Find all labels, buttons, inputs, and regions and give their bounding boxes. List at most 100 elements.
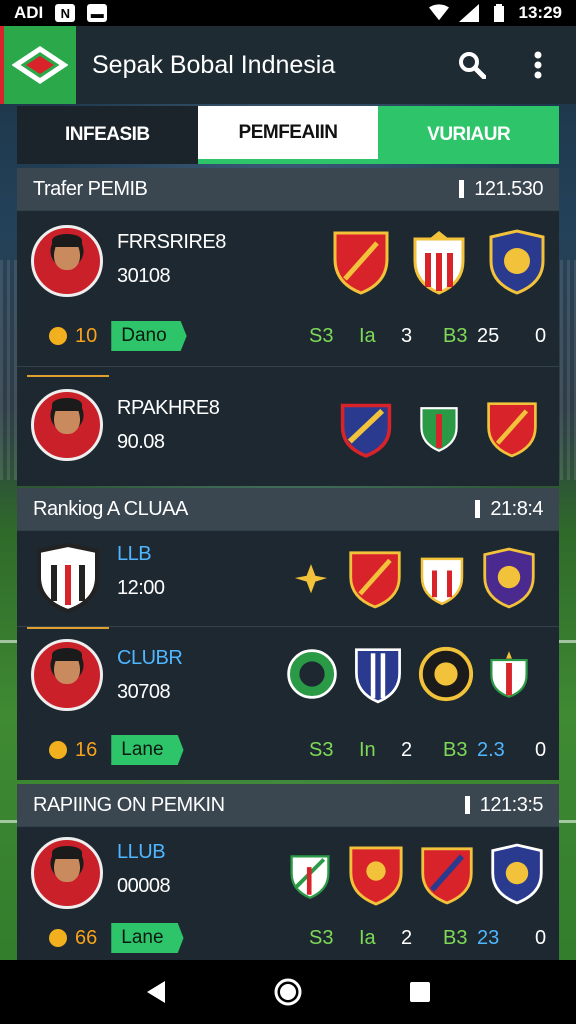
crest-icon xyxy=(491,843,543,905)
list-item[interactable]: LLB 12:00 xyxy=(17,530,559,626)
player-value: 30108 xyxy=(117,265,171,287)
club-name: CLUBR xyxy=(117,647,183,669)
crest-icon xyxy=(340,403,392,458)
avatar xyxy=(31,389,103,461)
back-icon[interactable] xyxy=(138,974,174,1010)
avatar xyxy=(31,225,103,297)
list-item[interactable]: LLUB 00008 66 Lane S3 Ia 2 B3 23 0 xyxy=(17,826,559,960)
tab-infeasib[interactable]: INFEASIB xyxy=(17,106,198,164)
stat-b: B3 xyxy=(443,738,468,761)
crest-icon xyxy=(421,847,473,905)
divider xyxy=(27,375,109,377)
crest-icon xyxy=(487,402,537,458)
coin-value: 16 xyxy=(75,738,98,761)
section-value: 121.530 xyxy=(474,177,543,200)
stat-ia: In xyxy=(359,738,376,761)
player-name: LLUB xyxy=(117,841,166,863)
crest-icon xyxy=(349,551,401,609)
stat-s: S3 xyxy=(309,324,334,347)
club-crests xyxy=(331,229,547,295)
star-icon xyxy=(294,564,328,594)
crest-icon xyxy=(420,557,464,606)
app-logo xyxy=(0,26,76,104)
stat-b: B3 xyxy=(443,926,468,949)
coin-icon xyxy=(49,327,67,345)
avatar xyxy=(31,639,103,711)
section-header: Rankiog A CLUAA 21:8:4 xyxy=(17,488,559,530)
app-bar: Sepak Bobal Indnesia xyxy=(0,26,576,104)
section-value: 121:3:5 xyxy=(479,793,544,816)
section-title: RAPIING ON PEMKIN xyxy=(33,793,225,816)
section-title: Trafer PEMIB xyxy=(33,177,148,200)
crest-icon xyxy=(418,646,474,702)
divider xyxy=(27,627,109,629)
tab-vuriaur[interactable]: VURIAUR xyxy=(378,106,560,164)
carrier-label: ADI xyxy=(14,3,44,22)
coin-icon xyxy=(49,929,67,947)
crest-icon xyxy=(413,231,465,295)
app-title: Sepak Bobal Indnesia xyxy=(92,50,336,79)
stats-row: 10 Dano S3 Ia 3 B3 25 0 xyxy=(49,319,549,353)
logo-icon xyxy=(12,45,68,85)
status-pill[interactable]: Dano xyxy=(111,321,187,351)
tab-pemfeaiin[interactable]: PEMFEAIIN xyxy=(197,106,379,164)
crest-icon xyxy=(483,547,535,609)
list-item[interactable]: CLUBR 30708 16 Lane S3 In 2 B3 2.3 0 xyxy=(17,626,559,780)
section-ranking-club: Rankiog A CLUAA 21:8:4 LLB 12:00 CLUBR 3… xyxy=(17,488,559,780)
coin-value: 66 xyxy=(75,926,98,949)
stat-a-val: 2 xyxy=(401,738,413,761)
crest-icon xyxy=(290,855,330,900)
section-value: 21:8:4 xyxy=(490,497,543,520)
home-icon[interactable] xyxy=(270,974,306,1010)
stat-b-val: 2.3 xyxy=(477,738,505,761)
wifi-icon xyxy=(428,4,449,22)
bar-icon xyxy=(464,796,470,814)
club-logo-icon xyxy=(37,543,99,613)
crest-icon xyxy=(489,229,545,295)
stat-ia: Ia xyxy=(359,926,376,949)
stat-zero: 0 xyxy=(535,926,547,949)
crest-icon xyxy=(420,407,458,452)
tab-bar: INFEASIB PEMFEAIIN VURIAUR xyxy=(17,106,560,164)
recents-icon[interactable] xyxy=(402,974,438,1010)
stat-group: S3 Ia 2 B3 23 0 xyxy=(309,927,546,950)
battery-icon xyxy=(489,4,509,22)
player-name: FRRSRIRE8 xyxy=(117,231,226,253)
stat-a-val: 2 xyxy=(401,926,413,949)
n-icon: N xyxy=(55,4,76,22)
clock: 13:29 xyxy=(518,3,562,22)
crest-icon xyxy=(287,649,337,699)
list-item[interactable]: RPAKHRE8 90.08 xyxy=(17,366,559,486)
status-pill[interactable]: Lane xyxy=(111,923,184,953)
section-header: RAPIING ON PEMKIN 121:3:5 xyxy=(17,784,559,826)
section-title: Rankiog A CLUAA xyxy=(33,497,188,520)
stat-group: S3 In 2 B3 2.3 0 xyxy=(309,739,546,762)
status-pill[interactable]: Lane xyxy=(111,735,184,765)
stat-b: B3 xyxy=(443,324,468,347)
crest-icon xyxy=(355,648,401,704)
list-item[interactable]: FRRSRIRE8 30108 10 Dano S3 Ia 3 B3 25 0 xyxy=(17,210,559,366)
coin-icon xyxy=(49,741,67,759)
system-nav-bar xyxy=(0,960,576,1024)
section-ranking-pemain: RAPIING ON PEMKIN 121:3:5 LLUB 00008 66 … xyxy=(17,784,559,960)
stat-group: S3 Ia 3 B3 25 0 xyxy=(309,325,546,348)
crest-icon xyxy=(333,231,389,295)
stat-s: S3 xyxy=(309,738,334,761)
search-icon[interactable] xyxy=(456,49,488,81)
club-value: 30708 xyxy=(117,681,171,703)
section-header: Trafer PEMIB 121.530 xyxy=(17,168,559,210)
club-crests xyxy=(285,641,531,707)
stat-zero: 0 xyxy=(535,324,547,347)
signal-icon xyxy=(458,4,479,22)
crest-icon xyxy=(490,651,528,698)
club-name: LLB xyxy=(117,543,152,565)
stat-zero: 0 xyxy=(535,738,547,761)
player-value: 90.08 xyxy=(117,431,165,453)
bar-icon xyxy=(475,500,481,518)
more-vert-icon[interactable] xyxy=(522,49,554,81)
club-value: 12:00 xyxy=(117,577,165,599)
crest-icon xyxy=(349,846,403,906)
player-name: RPAKHRE8 xyxy=(117,397,220,419)
status-bar: ADI N ▬ 13:29 xyxy=(0,0,576,26)
stat-ia: Ia xyxy=(359,324,376,347)
